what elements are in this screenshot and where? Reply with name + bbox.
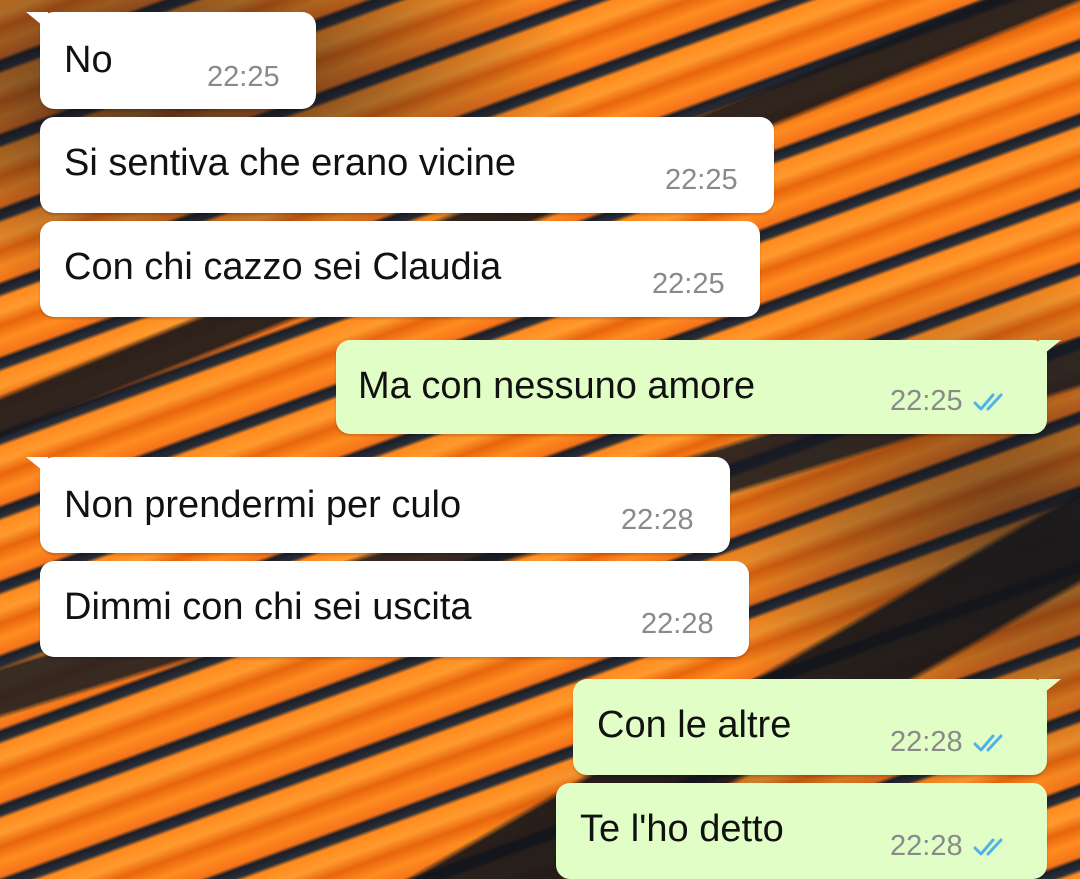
message-time: 22:28: [890, 726, 963, 758]
message-time: 22:28: [641, 608, 714, 640]
message-bubble-incoming[interactable]: No 22:25: [26, 12, 316, 109]
message-bubble-outgoing[interactable]: Con le altre 22:28: [573, 679, 1061, 775]
message-time: 22:25: [890, 385, 963, 417]
message-bubble-outgoing[interactable]: Te l'ho detto 22:28: [556, 783, 1047, 879]
message-text: Con le altre: [597, 704, 792, 746]
double-check-icon: [973, 393, 1003, 411]
message-text: Ma con nessuno amore: [358, 365, 756, 407]
message-time: 22:25: [207, 61, 280, 93]
message-text: Con chi cazzo sei Claudia: [64, 246, 502, 288]
message-bubble-outgoing[interactable]: Ma con nessuno amore 22:25: [336, 340, 1061, 434]
bubble-tail: [1039, 340, 1061, 358]
message-bubble-incoming[interactable]: Dimmi con chi sei uscita 22:28: [40, 561, 749, 657]
message-text: Si sentiva che erano vicine: [64, 142, 517, 184]
message-text: Dimmi con chi sei uscita: [64, 586, 472, 628]
message-bubble-incoming[interactable]: Non prendermi per culo 22:28: [26, 457, 730, 553]
double-check-icon: [973, 734, 1003, 752]
message-time: 22:28: [890, 830, 963, 862]
message-bubble-incoming[interactable]: Si sentiva che erano vicine 22:25: [40, 117, 774, 213]
message-meta: 22:28: [890, 725, 1011, 759]
message-text: No: [64, 39, 113, 81]
message-text: Te l'ho detto: [580, 808, 784, 850]
message-meta: 22:28: [890, 829, 1011, 863]
bubble-tail: [1039, 679, 1061, 697]
message-time: 22:25: [652, 268, 725, 300]
message-text: Non prendermi per culo: [64, 484, 462, 526]
bubble-tail: [26, 12, 48, 30]
bubble-tail: [26, 457, 48, 475]
message-time: 22:25: [665, 164, 738, 196]
double-check-icon: [973, 838, 1003, 856]
message-bubble-incoming[interactable]: Con chi cazzo sei Claudia 22:25: [40, 221, 760, 317]
message-time: 22:28: [621, 504, 694, 536]
message-meta: 22:25: [890, 384, 1011, 418]
